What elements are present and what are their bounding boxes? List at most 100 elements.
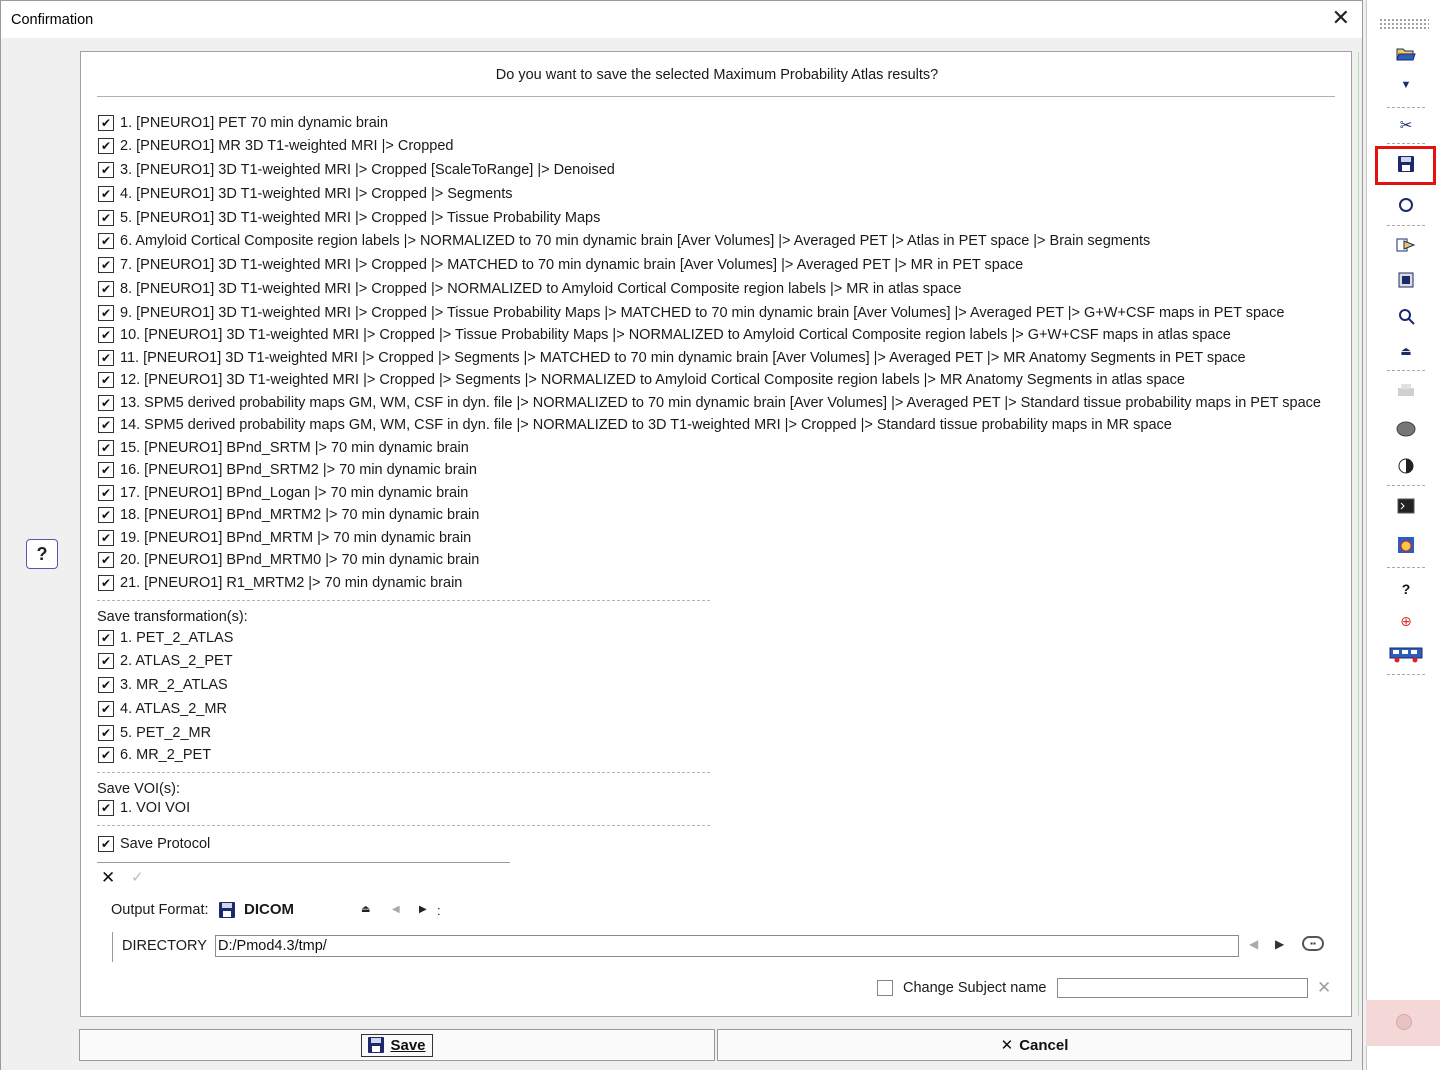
checkbox[interactable]: ✔ xyxy=(98,372,114,388)
checkbox[interactable]: ✔ xyxy=(98,350,114,366)
checkbox-row[interactable]: ✔ 2. ATLAS_2_PET xyxy=(98,652,233,670)
divider xyxy=(1387,485,1425,486)
checkbox[interactable]: ✔ xyxy=(98,440,114,456)
close-icon[interactable]: ✕ xyxy=(1332,7,1350,29)
checkbox[interactable]: ✔ xyxy=(98,281,114,297)
prev-icon[interactable]: ◀ xyxy=(392,904,400,915)
checkbox[interactable]: ✔ xyxy=(98,747,114,763)
checkbox-row[interactable]: ✔ 16. [PNEURO1] BPnd_SRTM2 |> 70 min dyna… xyxy=(98,461,477,479)
directory-input[interactable] xyxy=(215,935,1239,957)
print-preview-icon[interactable] xyxy=(1395,269,1417,291)
printer-icon[interactable] xyxy=(1395,380,1417,402)
checkbox-row[interactable]: ✔ 20. [PNEURO1] BPnd_MRTM0 |> 70 min dyna… xyxy=(98,551,479,569)
checkbox[interactable]: ✔ xyxy=(98,725,114,741)
clear-icon[interactable]: ✕ xyxy=(1317,978,1331,998)
checkbox-row[interactable]: ✔ 11. [PNEURO1] 3D T1-weighted MRI |> Cro… xyxy=(98,349,1246,367)
checkbox[interactable]: ✔ xyxy=(98,210,114,226)
brain-icon[interactable] xyxy=(1395,418,1417,440)
bus-icon[interactable] xyxy=(1389,643,1423,665)
checkbox[interactable]: ✔ xyxy=(98,836,114,852)
checkbox-row[interactable]: ✔ 6. MR_2_PET xyxy=(98,746,211,764)
next-icon[interactable]: ▶ xyxy=(1275,937,1284,951)
checkbox[interactable]: ✔ xyxy=(98,162,114,178)
checkbox[interactable]: ✔ xyxy=(98,552,114,568)
checkbox-row[interactable]: ✔ 19. [PNEURO1] BPnd_MRTM |> 70 min dynam… xyxy=(98,529,471,547)
checkbox[interactable]: ✔ xyxy=(98,395,114,411)
checkbox-label: 8. [PNEURO1] 3D T1-weighted MRI |> Cropp… xyxy=(120,281,962,297)
checkbox-row[interactable]: ✔ 12. [PNEURO1] 3D T1-weighted MRI |> Cro… xyxy=(98,371,1185,389)
checkbox[interactable]: ✔ xyxy=(98,257,114,273)
checkbox[interactable]: ✔ xyxy=(98,417,114,433)
checkbox-row[interactable]: ✔ 7. [PNEURO1] 3D T1-weighted MRI |> Crop… xyxy=(98,256,1023,274)
checkbox-row[interactable]: ✔ 5. PET_2_MR xyxy=(98,724,211,742)
toolbar-grip[interactable] xyxy=(1379,18,1429,30)
select-all-icon[interactable]: ✓ xyxy=(131,868,144,886)
checkbox[interactable]: ✔ xyxy=(98,138,114,154)
checkbox[interactable]: ✔ xyxy=(98,530,114,546)
divider xyxy=(1387,567,1425,568)
divider xyxy=(97,825,710,826)
change-subject-row[interactable]: Change Subject name xyxy=(877,980,1047,996)
eject-icon[interactable]: ⏏ xyxy=(1395,340,1417,362)
zoom-icon[interactable] xyxy=(1395,305,1417,327)
export-arrow-icon[interactable] xyxy=(1395,234,1417,256)
checkbox-row[interactable]: ✔ 18. [PNEURO1] BPnd_MRTM2 |> 70 min dyna… xyxy=(98,506,479,524)
checkbox[interactable]: ✔ xyxy=(98,507,114,523)
checkbox[interactable]: ✔ xyxy=(98,677,114,693)
checkbox[interactable]: ✔ xyxy=(98,701,114,717)
checkbox-row[interactable]: ✔ 6. Amyloid Cortical Composite region la… xyxy=(98,232,1150,250)
subject-name-input[interactable] xyxy=(1057,978,1308,998)
checkbox-row[interactable]: ✔ 15. [PNEURO1] BPnd_SRTM |> 70 min dynam… xyxy=(98,439,469,457)
transformations-label: Save transformation(s): xyxy=(97,609,248,625)
output-format-value[interactable]: DICOM xyxy=(244,901,294,918)
change-subject-checkbox[interactable] xyxy=(877,980,893,996)
checkbox-row[interactable]: ✔ 13. SPM5 derived probability maps GM, W… xyxy=(98,394,1321,412)
help-button[interactable]: ? xyxy=(26,539,58,569)
checkbox[interactable]: ✔ xyxy=(98,630,114,646)
prev-icon[interactable]: ◀ xyxy=(1249,937,1258,951)
eject-icon[interactable]: ⏏ xyxy=(361,904,370,915)
checkbox-row[interactable]: ✔ 21. [PNEURO1] R1_MRTM2 |> 70 min dynami… xyxy=(98,574,462,592)
contrast-icon[interactable] xyxy=(1395,455,1417,477)
checkbox-label: 18. [PNEURO1] BPnd_MRTM2 |> 70 min dynam… xyxy=(120,507,480,523)
checkbox-row[interactable]: ✔ 4. [PNEURO1] 3D T1-weighted MRI |> Crop… xyxy=(98,185,513,203)
checkbox-row[interactable]: ✔ 14. SPM5 derived probability maps GM, W… xyxy=(98,416,1172,434)
checkbox-row[interactable]: ✔ 17. [PNEURO1] BPnd_Logan |> 70 min dyna… xyxy=(98,484,468,502)
checkbox-row[interactable]: ✔ 10. [PNEURO1] 3D T1-weighted MRI |> Cro… xyxy=(98,326,1231,344)
help-icon[interactable]: ? xyxy=(1395,578,1417,600)
checkbox-row[interactable]: ✔ 3. MR_2_ATLAS xyxy=(98,676,228,694)
checkbox-label: 10. [PNEURO1] 3D T1-weighted MRI |> Crop… xyxy=(120,327,1231,343)
checkbox[interactable]: ✔ xyxy=(98,653,114,669)
checkbox[interactable]: ✔ xyxy=(98,327,114,343)
checkbox[interactable]: ✔ xyxy=(98,485,114,501)
palette-icon[interactable] xyxy=(1395,534,1417,556)
terminal-icon[interactable] xyxy=(1395,495,1417,517)
open-folder-icon[interactable] xyxy=(1395,43,1417,65)
circle-icon[interactable] xyxy=(1395,194,1417,216)
checkbox-row[interactable]: ✔ 9. [PNEURO1] 3D T1-weighted MRI |> Crop… xyxy=(98,304,1284,322)
close-all-icon[interactable]: ✂ xyxy=(1395,114,1417,136)
dropdown-arrow-icon[interactable]: ▼ xyxy=(1395,74,1417,96)
checkbox[interactable]: ✔ xyxy=(98,462,114,478)
cancel-button[interactable]: ✕ Cancel xyxy=(717,1029,1352,1061)
checkbox-row[interactable]: ✔ 8. [PNEURO1] 3D T1-weighted MRI |> Crop… xyxy=(98,280,962,298)
checkbox[interactable]: ✔ xyxy=(98,186,114,202)
save-button[interactable]: Save xyxy=(79,1029,715,1061)
checkbox[interactable]: ✔ xyxy=(98,233,114,249)
target-icon[interactable]: ⊕ xyxy=(1395,610,1417,632)
checkbox-row[interactable]: ✔ 1. [PNEURO1] PET 70 min dynamic brain xyxy=(98,114,388,132)
checkbox-row[interactable]: ✔ 3. [PNEURO1] 3D T1-weighted MRI |> Crop… xyxy=(98,161,615,179)
checkbox-row[interactable]: ✔ 2. [PNEURO1] MR 3D T1-weighted MRI |> C… xyxy=(98,137,454,155)
checkbox[interactable]: ✔ xyxy=(98,305,114,321)
checkbox-row[interactable]: ✔ 1. PET_2_ATLAS xyxy=(98,629,233,647)
checkbox-row[interactable]: ✔ 1. VOI VOI xyxy=(98,799,190,817)
checkbox[interactable]: ✔ xyxy=(98,115,114,131)
browse-icon[interactable]: ▪▪ xyxy=(1302,936,1324,951)
save-protocol-row[interactable]: ✔ Save Protocol xyxy=(98,835,210,853)
deselect-all-icon[interactable]: ✕ xyxy=(101,868,115,888)
checkbox[interactable]: ✔ xyxy=(98,800,114,816)
checkbox[interactable]: ✔ xyxy=(98,575,114,591)
checkbox-row[interactable]: ✔ 4. ATLAS_2_MR xyxy=(98,700,227,718)
next-icon[interactable]: ▶ xyxy=(419,904,427,915)
checkbox-row[interactable]: ✔ 5. [PNEURO1] 3D T1-weighted MRI |> Crop… xyxy=(98,209,600,227)
